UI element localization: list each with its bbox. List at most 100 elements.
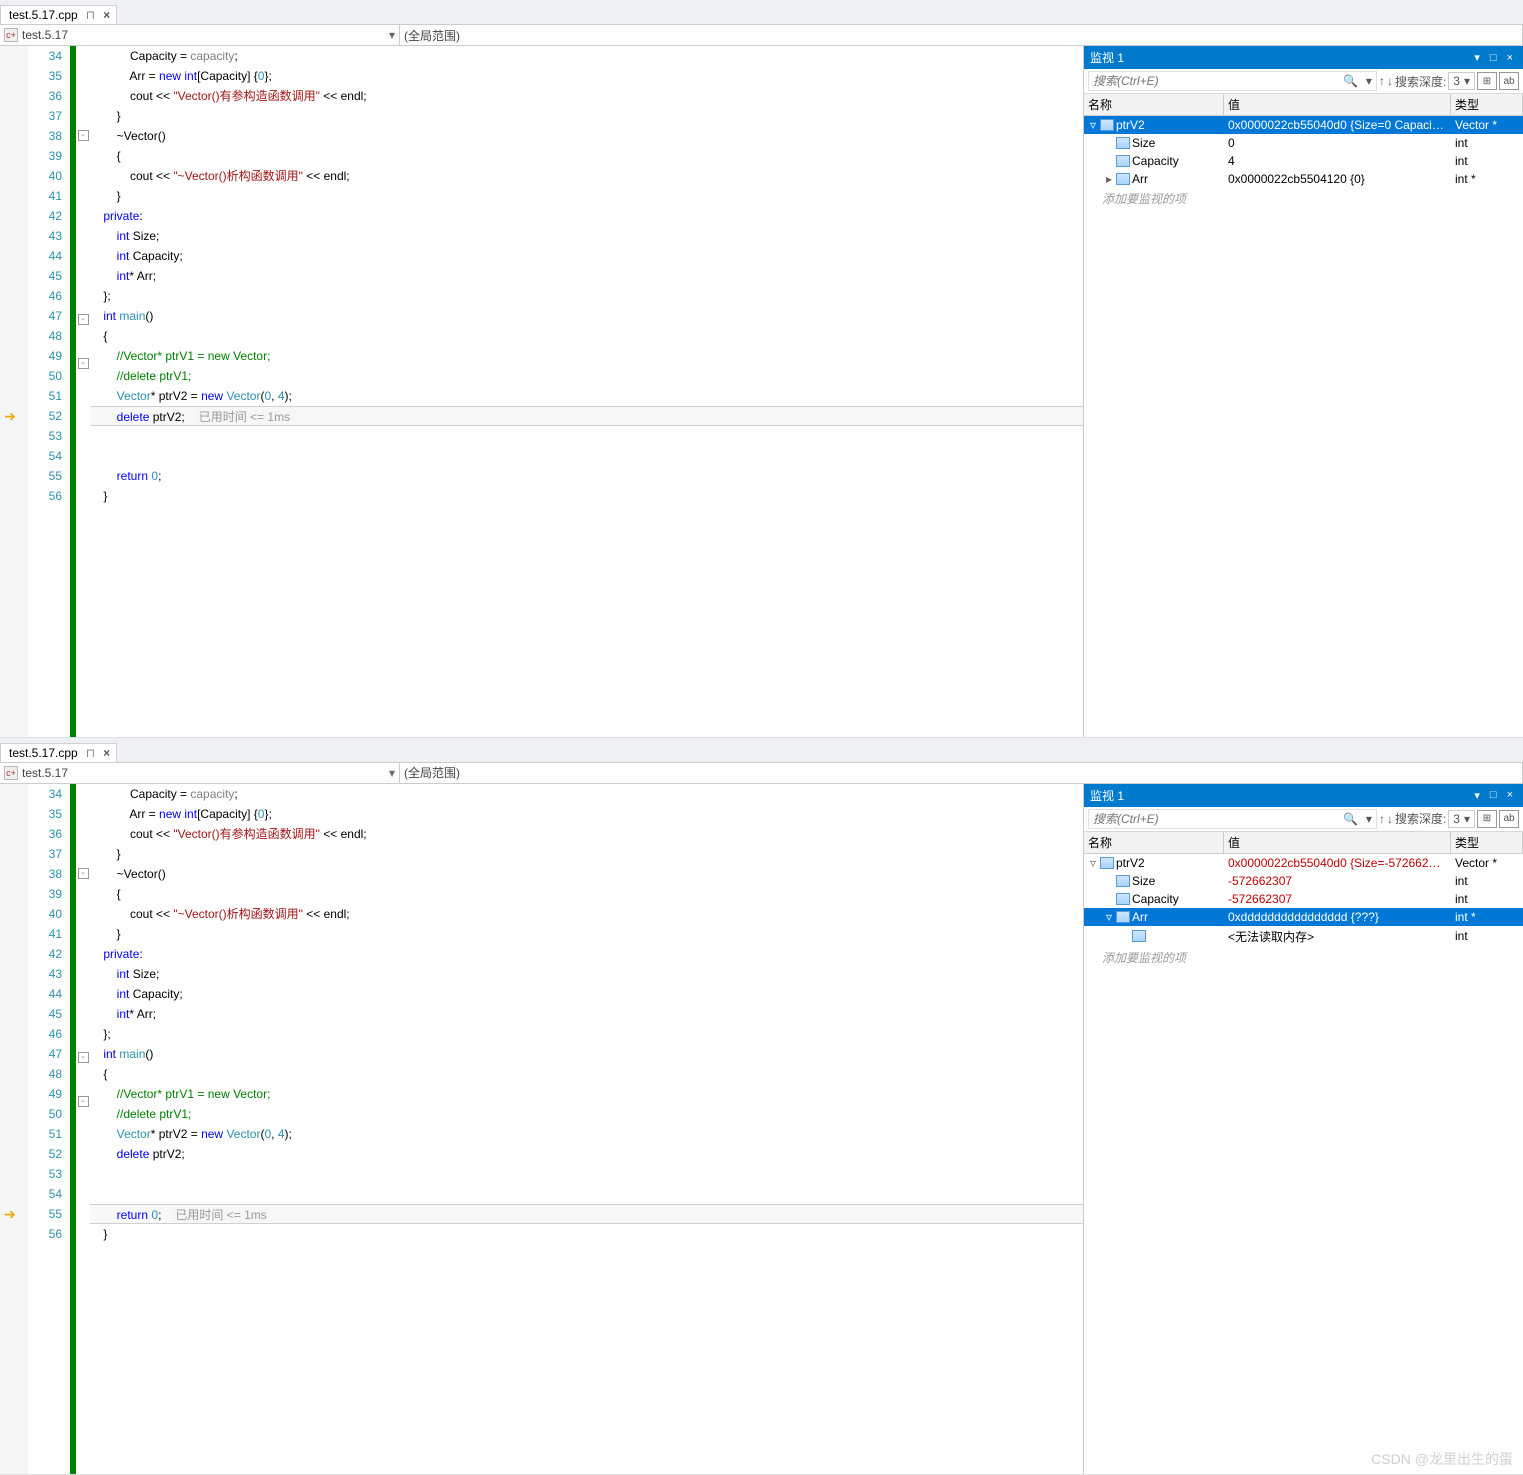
code-line[interactable]	[90, 446, 1083, 466]
code-line[interactable]: delete ptrV2;	[90, 1144, 1083, 1164]
code-line[interactable]: Capacity = capacity;	[90, 46, 1083, 66]
search-icon[interactable]: 🔍	[1339, 74, 1362, 88]
column-header-name[interactable]: 名称	[1084, 94, 1224, 115]
code-line[interactable]: private:	[90, 944, 1083, 964]
code-line[interactable]	[90, 1184, 1083, 1204]
watch-row[interactable]: <无法读取内存> int	[1084, 926, 1523, 947]
column-header-type[interactable]: 类型	[1451, 94, 1523, 115]
panel-maximize-icon[interactable]: □	[1486, 789, 1501, 801]
code-line[interactable]: };	[90, 286, 1083, 306]
search-depth-select[interactable]: 3 ▾	[1448, 72, 1475, 90]
code-line[interactable]: }	[90, 844, 1083, 864]
code-line[interactable]: }	[90, 924, 1083, 944]
code-line[interactable]: int Size;	[90, 964, 1083, 984]
code-line[interactable]: cout << "Vector()有参构造函数调用" << endl;	[90, 86, 1083, 106]
fold-toggle[interactable]: -	[78, 314, 89, 325]
watch-search-input[interactable]	[1089, 72, 1339, 90]
panel-maximize-icon[interactable]: □	[1486, 52, 1501, 64]
expand-toggle-icon[interactable]: ▸	[1104, 172, 1114, 186]
panel-menu-icon[interactable]: ▾	[1470, 51, 1484, 64]
code-line[interactable]: }	[90, 186, 1083, 206]
code-line[interactable]: int Capacity;	[90, 984, 1083, 1004]
fold-toggle[interactable]: -	[78, 1052, 89, 1063]
expand-toggle-icon[interactable]	[1104, 136, 1114, 150]
fold-toggle[interactable]: -	[78, 868, 89, 879]
column-header-name[interactable]: 名称	[1084, 832, 1224, 853]
code-line[interactable]: private:	[90, 206, 1083, 226]
expand-toggle-icon[interactable]: ▿	[1088, 118, 1098, 132]
file-tab[interactable]: test.5.17.cpp ⊓ ×	[0, 743, 117, 762]
watch-row[interactable]: ▿ Arr 0xdddddddddddddddd {???} int *	[1084, 908, 1523, 926]
code-line[interactable]: cout << "~Vector()析构函数调用" << endl;	[90, 904, 1083, 924]
expand-toggle-icon[interactable]	[1104, 892, 1114, 906]
code-line[interactable]: {	[90, 326, 1083, 346]
code-line[interactable]: {	[90, 1064, 1083, 1084]
watch-search-box[interactable]: 🔍 ▾	[1088, 809, 1377, 829]
code-line[interactable]: //delete ptrV1;	[90, 1104, 1083, 1124]
search-depth-select[interactable]: 3 ▾	[1448, 810, 1475, 828]
watch-row[interactable]: ▿ ptrV2 0x0000022cb55040d0 {Size=0 Capac…	[1084, 116, 1523, 134]
code-line[interactable]: int Capacity;	[90, 246, 1083, 266]
close-icon[interactable]: ×	[103, 8, 110, 22]
search-prev-icon[interactable]: ↑	[1379, 812, 1385, 826]
code-line[interactable]	[90, 1164, 1083, 1184]
search-next-icon[interactable]: ↓	[1387, 812, 1393, 826]
watch-toolbar-button-2[interactable]: ab	[1499, 810, 1519, 828]
code-line[interactable]: {	[90, 146, 1083, 166]
watch-toolbar-button-2[interactable]: ab	[1499, 72, 1519, 90]
expand-toggle-icon[interactable]: ▿	[1104, 910, 1114, 924]
pin-icon[interactable]: ⊓	[86, 746, 95, 760]
code-line[interactable]: Arr = new int[Capacity] {0};	[90, 66, 1083, 86]
scope-context-dropdown[interactable]: (全局范围)	[400, 763, 1523, 783]
code-line[interactable]: };	[90, 1024, 1083, 1044]
code-line[interactable]: int* Arr;	[90, 1004, 1083, 1024]
project-context-dropdown[interactable]: c+ test.5.17 ▾	[0, 763, 400, 783]
expand-toggle-icon[interactable]: ▿	[1088, 856, 1098, 870]
watch-row[interactable]: Size 0 int	[1084, 134, 1523, 152]
pin-icon[interactable]: ⊓	[86, 8, 95, 22]
code-line[interactable]: return 0;	[90, 466, 1083, 486]
code-line[interactable]	[90, 426, 1083, 446]
watch-toolbar-button-1[interactable]: ⊞	[1477, 72, 1497, 90]
code-line[interactable]: }	[90, 106, 1083, 126]
watch-row[interactable]: ▿ ptrV2 0x0000022cb55040d0 {Size=-572662…	[1084, 854, 1523, 872]
watch-search-box[interactable]: 🔍 ▾	[1088, 71, 1377, 91]
watch-panel-titlebar[interactable]: 监视 1 ▾ □ ×	[1084, 46, 1523, 69]
search-dropdown-icon[interactable]: ▾	[1362, 812, 1376, 826]
file-tab[interactable]: test.5.17.cpp ⊓ ×	[0, 5, 117, 24]
code-line[interactable]: int* Arr;	[90, 266, 1083, 286]
watch-row[interactable]: Size -572662307 int	[1084, 872, 1523, 890]
watch-row[interactable]: ▸ Arr 0x0000022cb5504120 {0} int *	[1084, 170, 1523, 188]
code-text[interactable]: Capacity = capacity; Arr = new int[Capac…	[90, 46, 1083, 737]
code-line[interactable]: return 0; 已用时间 <= 1ms	[90, 1204, 1083, 1224]
scope-context-dropdown[interactable]: (全局范围)	[400, 25, 1523, 45]
code-text[interactable]: Capacity = capacity; Arr = new int[Capac…	[90, 784, 1083, 1475]
code-line[interactable]: ~Vector()	[90, 126, 1083, 146]
code-line[interactable]: }	[90, 1224, 1083, 1244]
code-line[interactable]: {	[90, 884, 1083, 904]
fold-toggle[interactable]: -	[78, 1096, 89, 1107]
code-editor[interactable]: ➔343536373839404142434445464748495051525…	[0, 784, 1083, 1475]
expand-toggle-icon[interactable]	[1104, 154, 1114, 168]
search-next-icon[interactable]: ↓	[1387, 74, 1393, 88]
fold-gutter[interactable]: ---	[76, 46, 90, 737]
code-line[interactable]: }	[90, 486, 1083, 506]
breakpoint-gutter[interactable]: ➔	[0, 784, 28, 1475]
panel-close-icon[interactable]: ×	[1503, 789, 1517, 801]
code-line[interactable]: cout << "Vector()有参构造函数调用" << endl;	[90, 824, 1083, 844]
fold-gutter[interactable]: - - -	[76, 784, 90, 1475]
watch-row[interactable]: Capacity 4 int	[1084, 152, 1523, 170]
column-header-value[interactable]: 值	[1224, 94, 1451, 115]
watch-panel-titlebar[interactable]: 监视 1 ▾ □ ×	[1084, 784, 1523, 807]
fold-toggle[interactable]: -	[78, 358, 89, 369]
column-header-type[interactable]: 类型	[1451, 832, 1523, 853]
breakpoint-gutter[interactable]: ➔	[0, 46, 28, 737]
code-line[interactable]: delete ptrV2; 已用时间 <= 1ms	[90, 406, 1083, 426]
code-line[interactable]: Vector* ptrV2 = new Vector(0, 4);	[90, 386, 1083, 406]
code-line[interactable]: //Vector* ptrV1 = new Vector;	[90, 346, 1083, 366]
project-context-dropdown[interactable]: c+ test.5.17 ▾	[0, 25, 400, 45]
expand-toggle-icon[interactable]	[1120, 929, 1130, 943]
code-line[interactable]: //delete ptrV1;	[90, 366, 1083, 386]
code-line[interactable]: Capacity = capacity;	[90, 784, 1083, 804]
search-prev-icon[interactable]: ↑	[1379, 74, 1385, 88]
